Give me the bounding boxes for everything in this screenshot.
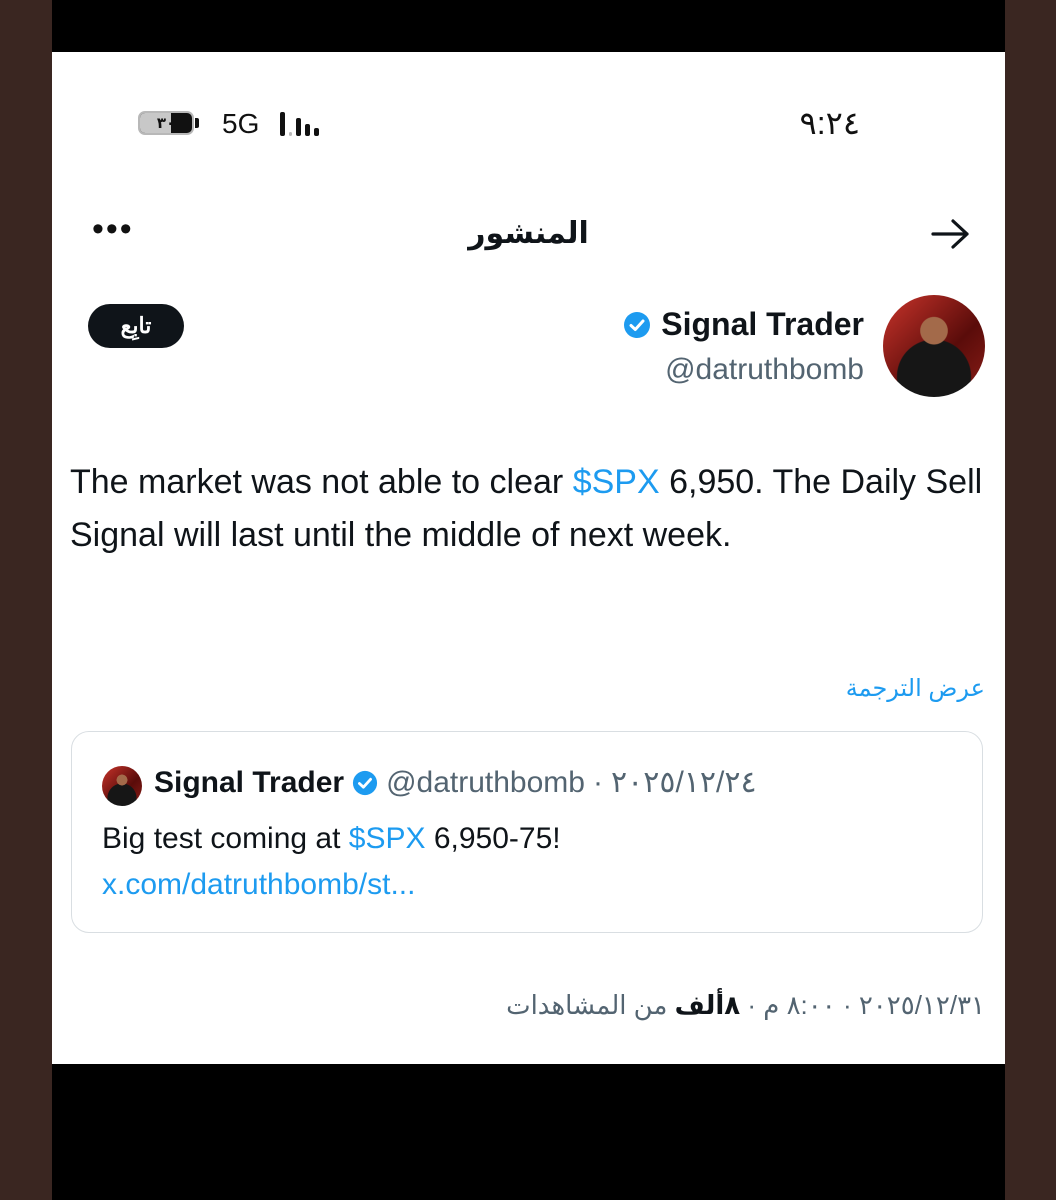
post-time: ٨:٠٠ م <box>763 990 836 1020</box>
top-black-band <box>52 0 1005 52</box>
quote-text: Big test coming at $SPX 6,950-75! x.com/… <box>102 816 802 908</box>
author-name: Signal Trader <box>661 306 864 342</box>
quote-text-segment: 6,950-75! <box>425 822 561 855</box>
phone-screen: ٣٠ 5G ٩:٢٤ ••• المنشور Signal Trader @da… <box>52 52 1005 1064</box>
page-title: المنشور <box>468 217 589 250</box>
quote-cashtag-link[interactable]: $SPX <box>349 822 426 855</box>
bottom-black-band <box>52 1064 1005 1200</box>
author-avatar[interactable] <box>883 295 985 397</box>
network-type: 5G <box>222 108 260 139</box>
meta-separator: · <box>835 990 859 1020</box>
post-header: ••• المنشور <box>52 202 1005 272</box>
quote-author-avatar <box>102 766 142 806</box>
views-count: ٨ألف <box>674 990 741 1020</box>
quote-date: ٢٠٢٥/١٢/٢٤ <box>610 766 757 799</box>
views-label: من المشاهدات <box>506 990 668 1020</box>
verified-badge-icon <box>624 311 651 338</box>
quote-header: Signal Trader @datruthbomb · ٢٠٢٥/١٢/٢٤ <box>154 765 757 800</box>
quote-url-link[interactable]: x.com/datruthbomb/st... <box>102 868 415 901</box>
tweet-text-segment: The market was not able to clear <box>70 463 573 501</box>
quote-author-name: Signal Trader <box>154 765 345 799</box>
cashtag-link[interactable]: $SPX <box>573 463 660 501</box>
show-translation-link[interactable]: عرض الترجمة <box>846 674 985 703</box>
status-bar: ٣٠ 5G ٩:٢٤ <box>52 52 1005 192</box>
quote-author-handle: @datruthbomb <box>386 765 585 799</box>
post-meta: ٢٠٢٥/١٢/٣١ · ٨:٠٠ م · ٨ألف من المشاهدات <box>506 990 985 1021</box>
quote-text-segment: Big test coming at <box>102 822 349 855</box>
signal-strength-icon <box>280 110 330 136</box>
quoted-tweet-card[interactable]: Signal Trader @datruthbomb · ٢٠٢٥/١٢/٢٤ … <box>71 731 983 933</box>
tweet-text: The market was not able to clear $SPX 6,… <box>70 456 990 562</box>
quote-separator: · <box>592 765 603 799</box>
battery-level: ٣٠ <box>156 115 176 132</box>
meta-separator: · <box>740 990 764 1020</box>
post-date: ٢٠٢٥/١٢/٣١ <box>858 990 985 1020</box>
status-time: ٩:٢٤ <box>799 105 860 141</box>
battery-icon: ٣٠ <box>138 111 204 135</box>
follow-button[interactable]: تابِع <box>88 304 184 348</box>
back-arrow-icon[interactable] <box>929 216 973 252</box>
verified-badge-icon <box>353 770 378 795</box>
author-name-row[interactable]: Signal Trader <box>623 306 864 343</box>
author-handle[interactable]: @datruthbomb <box>665 353 864 387</box>
